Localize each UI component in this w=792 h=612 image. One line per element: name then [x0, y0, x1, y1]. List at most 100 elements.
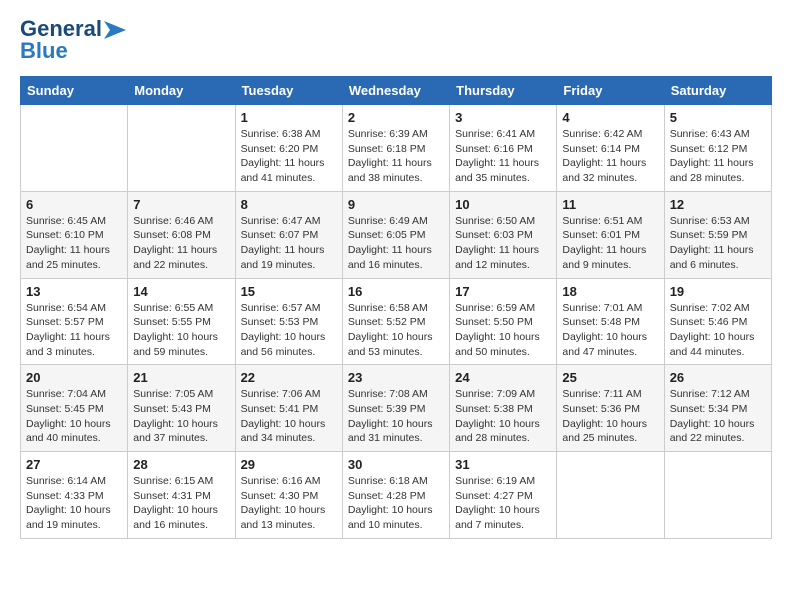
day-info: Sunrise: 7:09 AMSunset: 5:38 PMDaylight:…: [455, 387, 551, 446]
day-info: Sunrise: 6:38 AMSunset: 6:20 PMDaylight:…: [241, 127, 337, 186]
day-info: Sunrise: 7:06 AMSunset: 5:41 PMDaylight:…: [241, 387, 337, 446]
logo-arrow-icon: [104, 21, 126, 39]
calendar-cell: 3 Sunrise: 6:41 AMSunset: 6:16 PMDaylight…: [450, 105, 557, 192]
day-info: Sunrise: 7:02 AMSunset: 5:46 PMDaylight:…: [670, 301, 766, 360]
column-header-friday: Friday: [557, 77, 664, 105]
calendar-cell: 27Sunrise: 6:14 AMSunset: 4:33 PMDayligh…: [21, 452, 128, 539]
calendar-cell: 6 Sunrise: 6:45 AMSunset: 6:10 PMDaylight…: [21, 191, 128, 278]
day-number: 2: [348, 110, 444, 125]
logo: General Blue: [20, 16, 126, 64]
day-number: 13: [26, 284, 122, 299]
calendar-cell: 16 Sunrise: 6:58 AMSunset: 5:52 PMDayligh…: [342, 278, 449, 365]
day-number: 11: [562, 197, 658, 212]
column-header-sunday: Sunday: [21, 77, 128, 105]
day-number: 1: [241, 110, 337, 125]
day-number: 30: [348, 457, 444, 472]
day-number: 15: [241, 284, 337, 299]
page-header: General Blue: [20, 16, 772, 64]
calendar-week-row: 13 Sunrise: 6:54 AMSunset: 5:57 PMDayligh…: [21, 278, 772, 365]
day-info: Sunrise: 6:43 AMSunset: 6:12 PMDaylight:…: [670, 127, 766, 186]
day-number: 9: [348, 197, 444, 212]
calendar-cell: [557, 452, 664, 539]
calendar-cell: [128, 105, 235, 192]
day-info: Sunrise: 6:47 AMSunset: 6:07 PMDaylight:…: [241, 214, 337, 273]
day-number: 25: [562, 370, 658, 385]
day-info: Sunrise: 6:41 AMSunset: 6:16 PMDaylight:…: [455, 127, 551, 186]
day-number: 20: [26, 370, 122, 385]
calendar-cell: 7 Sunrise: 6:46 AMSunset: 6:08 PMDaylight…: [128, 191, 235, 278]
day-info: Sunrise: 6:53 AMSunset: 5:59 PMDaylight:…: [670, 214, 766, 273]
day-info: Sunrise: 7:01 AMSunset: 5:48 PMDaylight:…: [562, 301, 658, 360]
calendar-cell: 30 Sunrise: 6:18 AMSunset: 4:28 PMDayligh…: [342, 452, 449, 539]
calendar-cell: 29 Sunrise: 6:16 AMSunset: 4:30 PMDayligh…: [235, 452, 342, 539]
day-number: 21: [133, 370, 229, 385]
day-info: Sunrise: 6:54 AMSunset: 5:57 PMDaylight:…: [26, 301, 122, 360]
column-header-saturday: Saturday: [664, 77, 771, 105]
day-info: Sunrise: 6:39 AMSunset: 6:18 PMDaylight:…: [348, 127, 444, 186]
calendar-cell: 21 Sunrise: 7:05 AMSunset: 5:43 PMDayligh…: [128, 365, 235, 452]
day-info: Sunrise: 6:55 AMSunset: 5:55 PMDaylight:…: [133, 301, 229, 360]
day-number: 22: [241, 370, 337, 385]
calendar-cell: 11Sunrise: 6:51 AMSunset: 6:01 PMDayligh…: [557, 191, 664, 278]
day-number: 16: [348, 284, 444, 299]
column-header-wednesday: Wednesday: [342, 77, 449, 105]
calendar-cell: 13 Sunrise: 6:54 AMSunset: 5:57 PMDayligh…: [21, 278, 128, 365]
day-number: 7: [133, 197, 229, 212]
calendar-cell: 12 Sunrise: 6:53 AMSunset: 5:59 PMDayligh…: [664, 191, 771, 278]
column-header-tuesday: Tuesday: [235, 77, 342, 105]
calendar-cell: [664, 452, 771, 539]
calendar-header-row: SundayMondayTuesdayWednesdayThursdayFrid…: [21, 77, 772, 105]
day-number: 28: [133, 457, 229, 472]
day-info: Sunrise: 6:42 AMSunset: 6:14 PMDaylight:…: [562, 127, 658, 186]
calendar-cell: 23 Sunrise: 7:08 AMSunset: 5:39 PMDayligh…: [342, 365, 449, 452]
calendar-cell: 5 Sunrise: 6:43 AMSunset: 6:12 PMDaylight…: [664, 105, 771, 192]
day-info: Sunrise: 6:18 AMSunset: 4:28 PMDaylight:…: [348, 474, 444, 533]
calendar-cell: 19Sunrise: 7:02 AMSunset: 5:46 PMDayligh…: [664, 278, 771, 365]
calendar-week-row: 20 Sunrise: 7:04 AMSunset: 5:45 PMDayligh…: [21, 365, 772, 452]
calendar-week-row: 27Sunrise: 6:14 AMSunset: 4:33 PMDayligh…: [21, 452, 772, 539]
calendar-cell: [21, 105, 128, 192]
day-info: Sunrise: 7:05 AMSunset: 5:43 PMDaylight:…: [133, 387, 229, 446]
calendar-cell: 8Sunrise: 6:47 AMSunset: 6:07 PMDaylight…: [235, 191, 342, 278]
day-info: Sunrise: 7:11 AMSunset: 5:36 PMDaylight:…: [562, 387, 658, 446]
day-info: Sunrise: 6:58 AMSunset: 5:52 PMDaylight:…: [348, 301, 444, 360]
logo-blue-text: Blue: [20, 38, 68, 64]
day-info: Sunrise: 6:45 AMSunset: 6:10 PMDaylight:…: [26, 214, 122, 273]
calendar-cell: 1 Sunrise: 6:38 AMSunset: 6:20 PMDaylight…: [235, 105, 342, 192]
day-info: Sunrise: 6:16 AMSunset: 4:30 PMDaylight:…: [241, 474, 337, 533]
calendar-cell: 18 Sunrise: 7:01 AMSunset: 5:48 PMDayligh…: [557, 278, 664, 365]
day-number: 17: [455, 284, 551, 299]
calendar-cell: 10Sunrise: 6:50 AMSunset: 6:03 PMDayligh…: [450, 191, 557, 278]
calendar-week-row: 1 Sunrise: 6:38 AMSunset: 6:20 PMDaylight…: [21, 105, 772, 192]
day-info: Sunrise: 7:04 AMSunset: 5:45 PMDaylight:…: [26, 387, 122, 446]
day-info: Sunrise: 6:49 AMSunset: 6:05 PMDaylight:…: [348, 214, 444, 273]
column-header-monday: Monday: [128, 77, 235, 105]
day-number: 18: [562, 284, 658, 299]
day-info: Sunrise: 6:19 AMSunset: 4:27 PMDaylight:…: [455, 474, 551, 533]
calendar-cell: 14 Sunrise: 6:55 AMSunset: 5:55 PMDayligh…: [128, 278, 235, 365]
day-info: Sunrise: 7:08 AMSunset: 5:39 PMDaylight:…: [348, 387, 444, 446]
calendar-cell: 26Sunrise: 7:12 AMSunset: 5:34 PMDayligh…: [664, 365, 771, 452]
calendar-cell: 24Sunrise: 7:09 AMSunset: 5:38 PMDayligh…: [450, 365, 557, 452]
calendar-cell: 20 Sunrise: 7:04 AMSunset: 5:45 PMDayligh…: [21, 365, 128, 452]
day-number: 6: [26, 197, 122, 212]
day-number: 23: [348, 370, 444, 385]
calendar-cell: 4 Sunrise: 6:42 AMSunset: 6:14 PMDaylight…: [557, 105, 664, 192]
day-number: 10: [455, 197, 551, 212]
day-number: 12: [670, 197, 766, 212]
day-number: 5: [670, 110, 766, 125]
day-number: 29: [241, 457, 337, 472]
calendar-cell: 28 Sunrise: 6:15 AMSunset: 4:31 PMDayligh…: [128, 452, 235, 539]
day-info: Sunrise: 7:12 AMSunset: 5:34 PMDaylight:…: [670, 387, 766, 446]
calendar-table: SundayMondayTuesdayWednesdayThursdayFrid…: [20, 76, 772, 539]
calendar-week-row: 6 Sunrise: 6:45 AMSunset: 6:10 PMDaylight…: [21, 191, 772, 278]
day-number: 4: [562, 110, 658, 125]
day-info: Sunrise: 6:57 AMSunset: 5:53 PMDaylight:…: [241, 301, 337, 360]
day-info: Sunrise: 6:46 AMSunset: 6:08 PMDaylight:…: [133, 214, 229, 273]
calendar-cell: 2 Sunrise: 6:39 AMSunset: 6:18 PMDaylight…: [342, 105, 449, 192]
calendar-cell: 25 Sunrise: 7:11 AMSunset: 5:36 PMDayligh…: [557, 365, 664, 452]
day-number: 14: [133, 284, 229, 299]
day-info: Sunrise: 6:15 AMSunset: 4:31 PMDaylight:…: [133, 474, 229, 533]
day-number: 3: [455, 110, 551, 125]
day-info: Sunrise: 6:59 AMSunset: 5:50 PMDaylight:…: [455, 301, 551, 360]
